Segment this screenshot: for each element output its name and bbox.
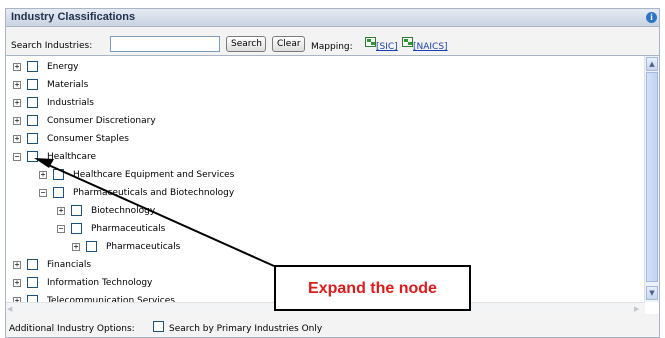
node-checkbox[interactable]: [53, 187, 64, 198]
additional-options: Additional Industry Options: Search by P…: [6, 314, 659, 337]
node-checkbox[interactable]: [27, 79, 38, 90]
node-checkbox[interactable]: [71, 205, 82, 216]
scroll-up-arrow-icon[interactable]: ▲: [646, 57, 658, 71]
mapping-label: Mapping:: [311, 42, 353, 52]
search-industries-label: Search Industries:: [11, 41, 93, 51]
panel-title: Industry Classifications: [11, 11, 136, 23]
primary-industries-checkbox[interactable]: [153, 321, 164, 332]
expand-toggle-icon[interactable]: +: [13, 81, 21, 89]
search-bar: Search Industries: Search Clear Mapping:…: [6, 27, 659, 55]
node-label: Information Technology: [47, 278, 153, 288]
collapse-toggle-icon[interactable]: −: [13, 153, 21, 161]
sic-mapping-link[interactable]: [SIC]: [376, 42, 398, 52]
node-checkbox[interactable]: [27, 61, 38, 72]
scroll-down-arrow-icon[interactable]: ▼: [646, 286, 658, 300]
node-label: Industrials: [47, 98, 94, 108]
node-label: Pharmaceuticals and Biotechnology: [73, 188, 235, 198]
search-button[interactable]: Search: [226, 36, 266, 52]
node-checkbox[interactable]: [27, 151, 38, 162]
scroll-left-arrow-icon[interactable]: ◀: [7, 304, 17, 314]
excel-icon[interactable]: [402, 37, 413, 47]
naics-mapping-link[interactable]: [NAICS]: [413, 42, 448, 52]
scrollbar-thumb[interactable]: [646, 72, 658, 282]
search-input[interactable]: [110, 36, 220, 52]
additional-options-label: Additional Industry Options:: [9, 324, 135, 334]
node-label: Biotechnology: [91, 206, 156, 216]
info-icon[interactable]: i: [646, 12, 657, 23]
expand-toggle-icon[interactable]: +: [57, 207, 65, 215]
node-checkbox[interactable]: [71, 223, 82, 234]
expand-toggle-icon[interactable]: +: [13, 99, 21, 107]
panel-header: Industry Classifications i: [6, 9, 659, 27]
expand-toggle-icon[interactable]: +: [39, 171, 47, 179]
expand-toggle-icon[interactable]: +: [13, 135, 21, 143]
expand-toggle-icon[interactable]: +: [13, 117, 21, 125]
expand-toggle-icon[interactable]: +: [13, 63, 21, 71]
node-label: Healthcare: [47, 152, 97, 162]
scroll-right-arrow-icon[interactable]: ▶: [634, 304, 644, 314]
node-label: Pharmaceuticals: [106, 242, 181, 252]
primary-industries-label: Search by Primary Industries Only: [169, 324, 323, 334]
collapse-toggle-icon[interactable]: −: [57, 225, 65, 233]
annotation-callout: Expand the node: [274, 265, 471, 311]
node-label: Consumer Staples: [47, 134, 129, 144]
callout-text: Expand the node: [308, 280, 437, 297]
node-label: Financials: [47, 260, 92, 270]
node-label: Healthcare Equipment and Services: [73, 170, 235, 180]
node-label: Pharmaceuticals: [91, 224, 166, 234]
expand-toggle-icon[interactable]: +: [13, 279, 21, 287]
node-checkbox[interactable]: [27, 277, 38, 288]
clear-button[interactable]: Clear: [272, 36, 305, 52]
expand-toggle-icon[interactable]: +: [72, 243, 80, 251]
node-checkbox[interactable]: [27, 133, 38, 144]
node-label: Energy: [47, 62, 79, 72]
node-label: Materials: [47, 80, 89, 90]
node-checkbox[interactable]: [27, 115, 38, 126]
expand-toggle-icon[interactable]: +: [13, 261, 21, 269]
node-checkbox[interactable]: [27, 259, 38, 270]
vertical-scrollbar[interactable]: ▲ ▼: [644, 56, 659, 302]
excel-icon[interactable]: [365, 37, 376, 47]
node-checkbox[interactable]: [53, 169, 64, 180]
node-checkbox[interactable]: [86, 241, 97, 252]
node-checkbox[interactable]: [27, 97, 38, 108]
collapse-toggle-icon[interactable]: −: [39, 189, 47, 197]
node-label: Consumer Discretionary: [47, 116, 156, 126]
